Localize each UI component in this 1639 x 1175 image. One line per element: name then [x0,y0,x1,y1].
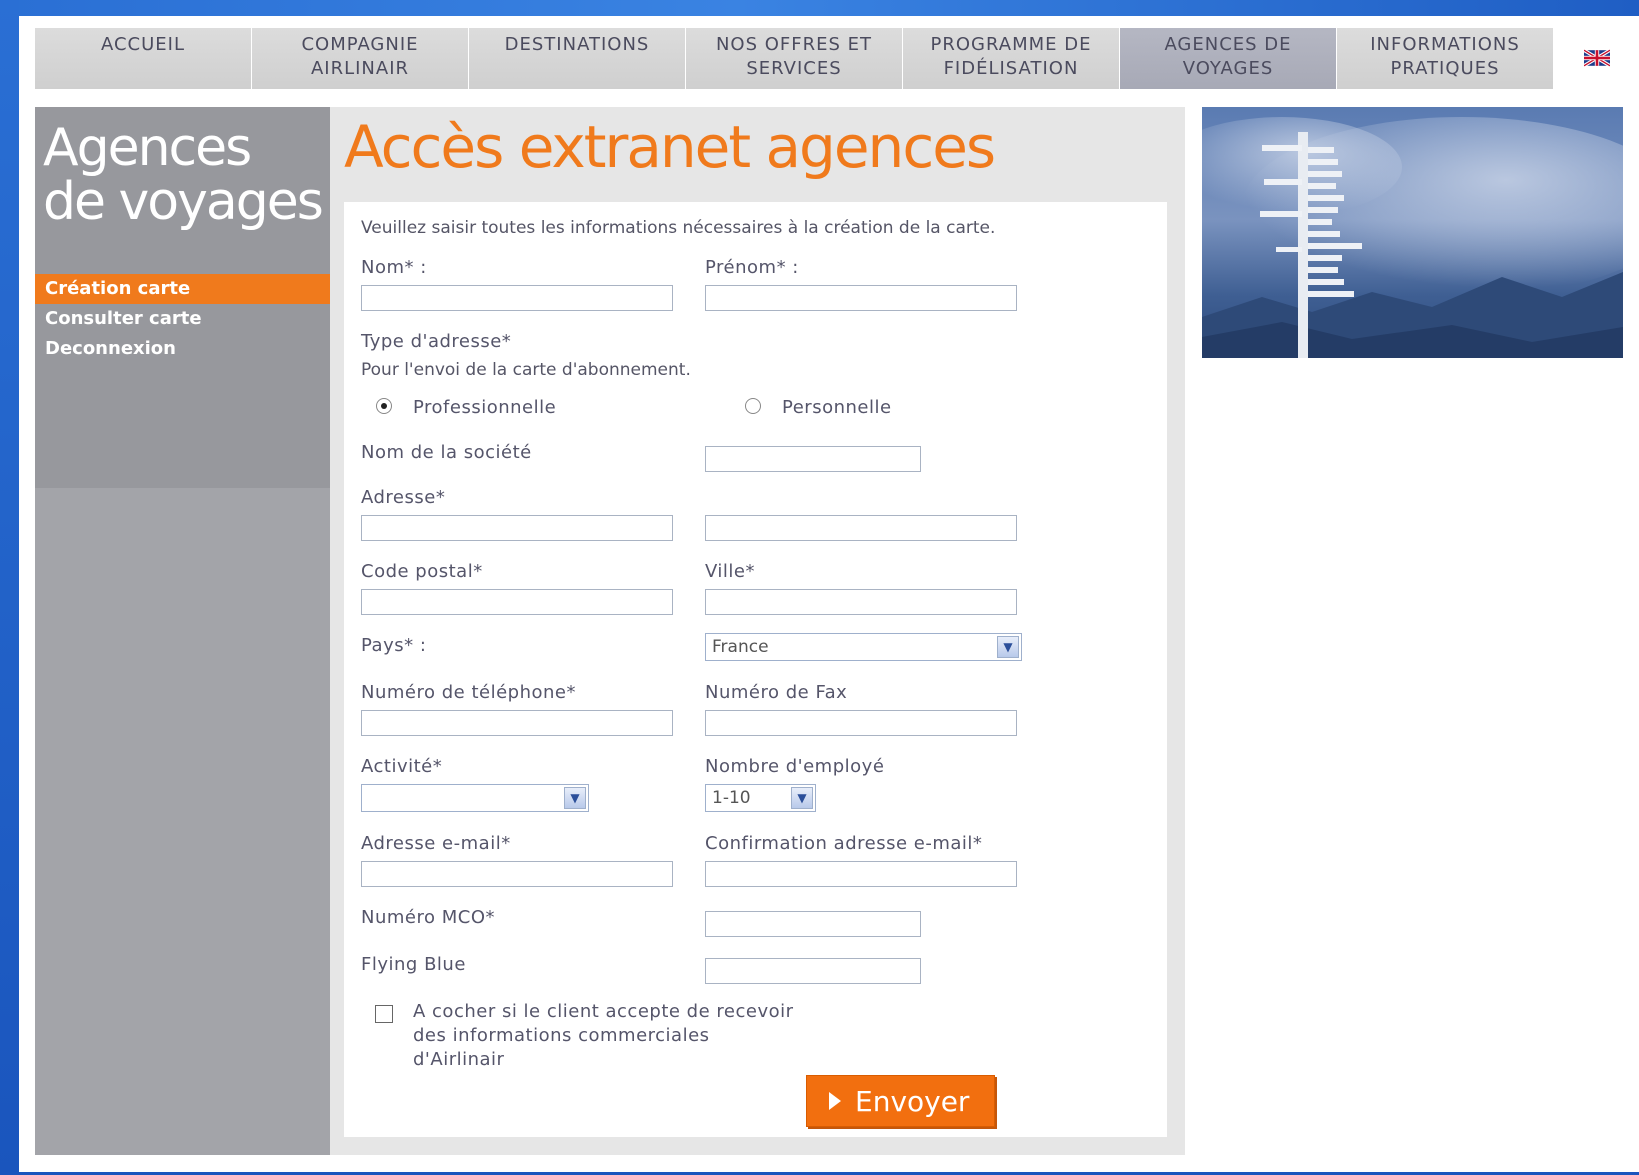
prenom-label: Prénom* : [705,257,799,278]
radio-professionnelle-label: Professionnelle [413,397,557,418]
flying-blue-label: Flying Blue [361,954,466,975]
sidebar-item-creation-carte[interactable]: Création carte [35,274,330,304]
radio-professionnelle[interactable] [376,398,392,414]
telephone-label: Numéro de téléphone* [361,682,576,703]
fax-input[interactable] [705,710,1017,736]
optin-label-line2: des informations commerciales [413,1025,710,1046]
envoyer-button[interactable]: Envoyer [806,1075,995,1127]
code-postal-input[interactable] [361,589,673,615]
employes-select-value: 1-10 [712,788,751,808]
sidebar-title: Agences de voyages [43,118,324,232]
sidebar-item-consulter-carte[interactable]: Consulter carte [35,304,330,334]
nav-item-accueil[interactable]: ACCUEIL [35,28,251,89]
mco-input[interactable] [705,911,921,937]
adresse-label: Adresse* [361,487,446,508]
main-nav: ACCUEIL COMPAGNIE AIRLINAIR DESTINATIONS… [35,28,1554,89]
sidebar-item-deconnexion[interactable]: Deconnexion [35,334,330,364]
employes-select[interactable]: 1-10 ▼ [705,784,816,812]
nav-item-compagnie[interactable]: COMPAGNIE AIRLINAIR [252,28,468,89]
mco-label: Numéro MCO* [361,907,495,928]
chevron-down-icon[interactable]: ▼ [997,636,1019,658]
prenom-input[interactable] [705,285,1017,311]
flying-blue-input[interactable] [705,958,921,984]
societe-label: Nom de la société [361,442,532,463]
activite-select[interactable]: ▼ [361,784,589,812]
nav-item-offres[interactable]: NOS OFFRES ET SERVICES [686,28,902,89]
play-arrow-icon [829,1092,841,1110]
email-confirm-input[interactable] [705,861,1017,887]
page-title: Accès extranet agences [344,113,996,181]
card-creation-form: Veuillez saisir toutes les informations … [344,202,1167,1137]
form-intro: Veuillez saisir toutes les informations … [361,218,996,238]
chevron-down-icon[interactable]: ▼ [791,787,813,809]
sidebar-title-line2: de voyages [43,172,324,232]
envoyer-button-label: Envoyer [855,1084,970,1118]
email-input[interactable] [361,861,673,887]
uk-flag-icon[interactable] [1584,49,1610,67]
societe-input[interactable] [705,446,921,472]
optin-label: A cocher si le client accepte de recevoi… [413,1000,794,1072]
code-postal-label: Code postal* [361,561,483,582]
nav-item-agences[interactable]: AGENCES DE VOYAGES [1120,28,1336,89]
window-frame-left [0,0,19,1175]
chevron-down-icon[interactable]: ▼ [564,787,586,809]
nom-input[interactable] [361,285,673,311]
pays-select[interactable]: France ▼ [705,633,1022,661]
optin-label-line1: A cocher si le client accepte de recevoi… [413,1001,794,1022]
optin-label-line3: d'Airlinair [413,1049,505,1070]
main-content: Accès extranet agences Veuillez saisir t… [330,107,1185,1155]
nav-item-fidelisation[interactable]: PROGRAMME DE FIDÉLISATION [903,28,1119,89]
signpost-photo [1202,107,1623,358]
sidebar: Agences de voyages Création carte Consul… [35,107,330,1155]
email-confirm-label: Confirmation adresse e-mail* [705,833,983,854]
window-frame-top [0,0,1639,16]
adresse-input-1[interactable] [361,515,673,541]
pays-select-value: France [712,637,769,657]
email-label: Adresse e-mail* [361,833,511,854]
optin-checkbox[interactable] [375,1005,393,1023]
adresse-input-2[interactable] [705,515,1017,541]
nav-item-informations[interactable]: INFORMATIONS PRATIQUES [1337,28,1553,89]
ville-label: Ville* [705,561,755,582]
type-adresse-label: Type d'adresse* [361,331,512,352]
pays-label: Pays* : [361,635,427,656]
type-adresse-note: Pour l'envoi de la carte d'abonnement. [361,360,691,380]
radio-personnelle[interactable] [745,398,761,414]
activite-label: Activité* [361,756,443,777]
fax-label: Numéro de Fax [705,682,848,703]
employes-label: Nombre d'employé [705,756,885,777]
sidebar-title-line1: Agences [43,118,252,178]
radio-personnelle-label: Personnelle [782,397,892,418]
telephone-input[interactable] [361,710,673,736]
ville-input[interactable] [705,589,1017,615]
nom-label: Nom* : [361,257,427,278]
nav-item-destinations[interactable]: DESTINATIONS [469,28,685,89]
